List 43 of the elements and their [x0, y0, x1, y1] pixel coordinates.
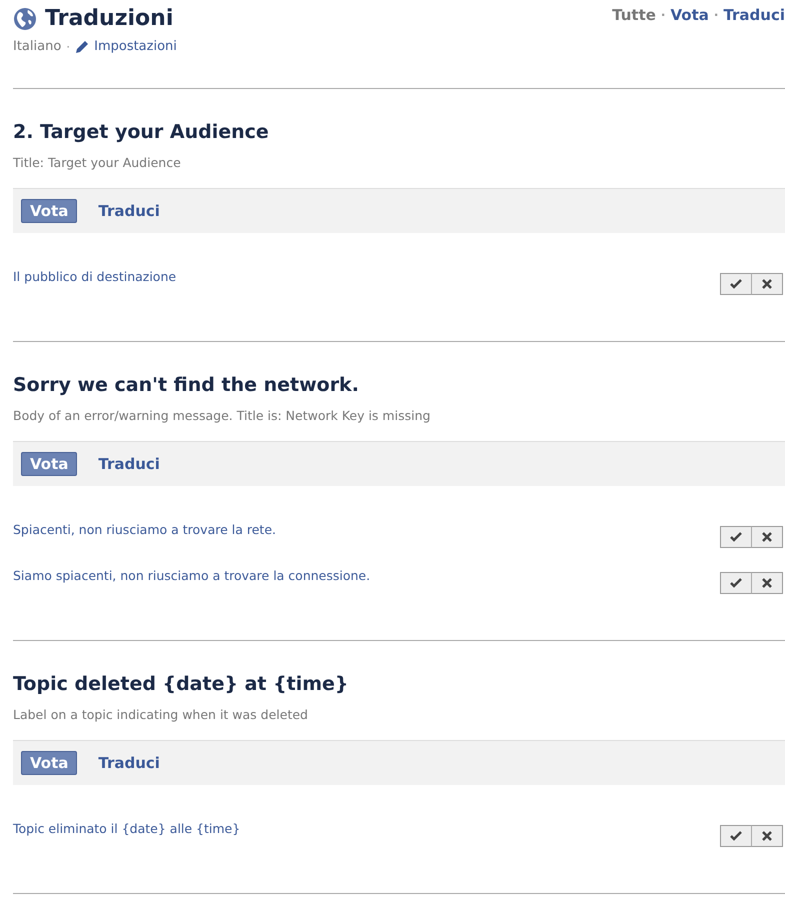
- check-icon: [730, 578, 742, 588]
- pencil-icon: [75, 40, 90, 54]
- reject-button[interactable]: [751, 572, 783, 594]
- globe-icon: [13, 6, 37, 30]
- tab[interactable]: Traduci: [89, 199, 169, 223]
- approve-button[interactable]: [720, 825, 752, 847]
- reject-button[interactable]: [751, 825, 783, 847]
- check-icon: [730, 831, 742, 841]
- string-description: Title: Target your Audience: [13, 155, 182, 170]
- language-label: Italiano: [13, 39, 62, 54]
- translation-text: Spiacenti, non riusciamo a trovare la rete.: [13, 522, 276, 537]
- approve-button[interactable]: [720, 572, 752, 594]
- separator-dot: ·: [714, 8, 718, 22]
- page-title: Traduzioni: [45, 6, 174, 31]
- translation-text: Il pubblico di destinazione: [13, 269, 176, 284]
- nav-link[interactable]: Tutte: [612, 6, 656, 24]
- approve-button[interactable]: [720, 526, 752, 548]
- string-title: Topic deleted {date} at {time}: [13, 673, 350, 695]
- tab[interactable]: Traduci: [89, 751, 169, 775]
- reject-button[interactable]: [751, 273, 783, 295]
- tab[interactable]: Vota: [21, 199, 78, 223]
- nav-link[interactable]: Vota: [670, 6, 709, 24]
- separator-dot: ·: [66, 40, 70, 54]
- tab[interactable]: Vota: [21, 452, 78, 476]
- tab[interactable]: Vota: [21, 751, 78, 775]
- settings-link[interactable]: Impostazioni: [94, 39, 177, 54]
- close-icon: [762, 578, 772, 588]
- check-icon: [730, 279, 742, 289]
- approve-button[interactable]: [720, 273, 752, 295]
- reject-button[interactable]: [751, 526, 783, 548]
- string-title: 2. Target your Audience: [13, 121, 270, 143]
- translation-text: Topic eliminato il {date} alle {time}: [13, 821, 240, 836]
- separator-dot: ·: [660, 8, 666, 22]
- check-icon: [730, 532, 742, 542]
- tab[interactable]: Traduci: [89, 452, 169, 476]
- close-icon: [762, 279, 772, 289]
- string-description: Label on a topic indicating when it was deleted: [13, 707, 309, 722]
- translation-text: Siamo spiacenti, non riusciamo a trovare la connessione.: [13, 568, 370, 583]
- string-description: Body of an error/warning message. Title is: Network Key is missing: [13, 408, 432, 423]
- close-icon: [762, 831, 772, 841]
- string-title: Sorry we can't find the network.: [13, 374, 360, 396]
- close-icon: [762, 532, 772, 542]
- nav-link[interactable]: Traduci: [723, 6, 785, 24]
